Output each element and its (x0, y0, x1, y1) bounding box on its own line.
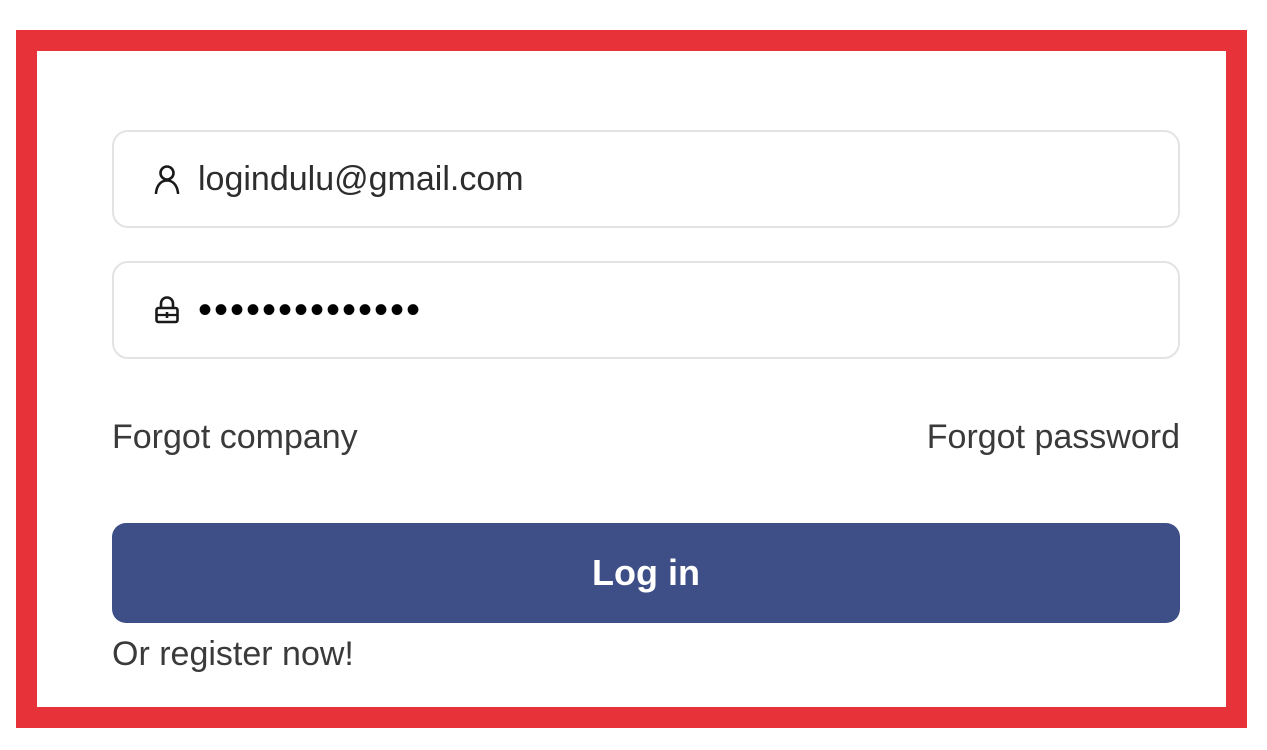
forgot-password-link[interactable]: Forgot password (927, 418, 1180, 457)
password-input[interactable] (198, 280, 1098, 340)
email-field[interactable] (112, 130, 1180, 228)
email-input[interactable] (198, 149, 1098, 209)
user-icon (152, 162, 182, 196)
forgot-links-row: Forgot company Forgot password (112, 418, 1180, 457)
login-button[interactable]: Log in (112, 523, 1180, 623)
register-link[interactable]: Or register now! (112, 635, 354, 674)
forgot-company-link[interactable]: Forgot company (112, 418, 358, 457)
lock-icon (152, 293, 182, 327)
highlight-frame: Forgot company Forgot password Log in Or… (16, 30, 1247, 728)
password-field[interactable] (112, 261, 1180, 359)
